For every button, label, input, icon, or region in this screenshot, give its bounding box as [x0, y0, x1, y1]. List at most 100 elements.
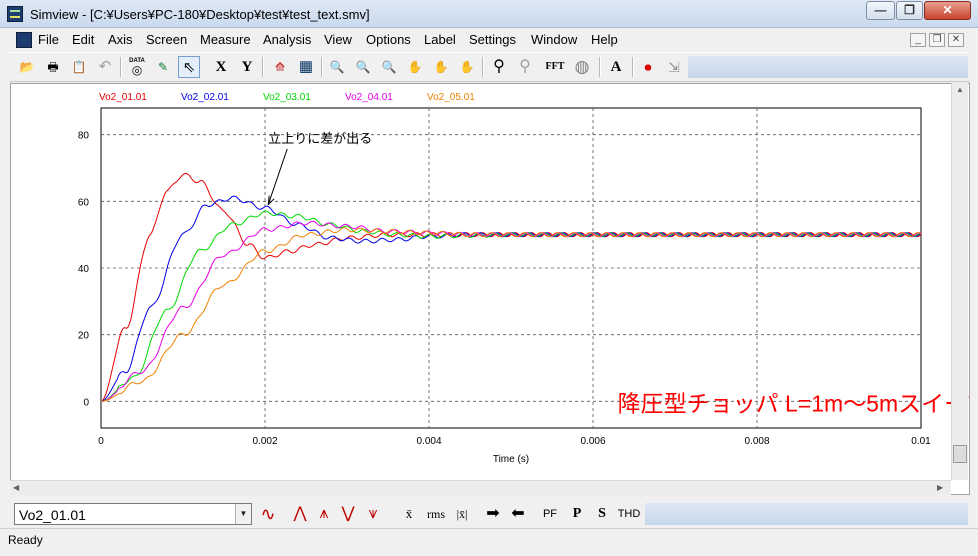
toolbar-separator: [599, 57, 601, 77]
menu-measure[interactable]: Measure: [200, 32, 251, 47]
valley-min-icon[interactable]: ⋁: [337, 504, 359, 524]
y-tick-label: 40: [78, 264, 90, 275]
series-line: [101, 220, 922, 402]
power-s-icon[interactable]: S: [591, 504, 613, 524]
menu-help[interactable]: Help: [591, 32, 618, 47]
menu-file[interactable]: File: [38, 32, 59, 47]
horizontal-scrollbar[interactable]: ◀ ▶: [10, 480, 951, 495]
toolbar-separator: [321, 57, 323, 77]
x-tick-label: 0.008: [744, 436, 769, 447]
grid-lines: [101, 108, 921, 428]
menu-options[interactable]: Options: [366, 32, 411, 47]
menu-label[interactable]: Label: [424, 32, 456, 47]
close-button[interactable]: ✕: [924, 1, 971, 20]
y-axis-icon[interactable]: Y: [236, 56, 258, 78]
arrow-left-icon[interactable]: ⬅: [507, 504, 529, 524]
y-tick-label: 0: [83, 397, 89, 408]
fft-icon[interactable]: FFT: [544, 56, 566, 78]
legend-entry: Vo2_05.01: [427, 92, 475, 103]
close-icon: ✕: [942, 3, 953, 17]
x-tick-label: 0.006: [580, 436, 605, 447]
data-disk-button[interactable]: DATA ◎: [126, 56, 148, 78]
plot-window[interactable]: Vo2_01.01 Vo2_02.01 Vo2_03.01 Vo2_04.01 Vo2_…: [10, 83, 978, 495]
restore-icon: ❐: [904, 3, 915, 17]
series-line: [100, 195, 922, 402]
zoom-out-icon[interactable]: 🔍: [378, 56, 400, 78]
thd-icon[interactable]: THD: [615, 504, 643, 524]
zoom-icon[interactable]: 🔍: [326, 56, 348, 78]
vertical-scroll-thumb[interactable]: [953, 445, 967, 463]
abs-mean-icon[interactable]: |x̄|: [451, 504, 473, 524]
menu-edit[interactable]: Edit: [72, 32, 94, 47]
x-tick-label: 0: [98, 436, 104, 447]
restore-button[interactable]: ❐: [896, 1, 923, 20]
legend-entry: Vo2_01.01: [99, 92, 147, 103]
scroll-right-icon[interactable]: ▶: [937, 483, 943, 492]
document-icon[interactable]: [16, 32, 32, 48]
peak-max-icon[interactable]: ⋀: [289, 504, 311, 524]
print-icon[interactable]: 🖶: [42, 56, 64, 78]
minimize-icon: —: [874, 3, 887, 17]
pan-hand-icon[interactable]: ✋: [404, 56, 426, 78]
wave-average-icon[interactable]: ∿: [257, 504, 279, 524]
open-folder-icon[interactable]: 📂: [16, 56, 38, 78]
mean-icon[interactable]: x̄: [398, 504, 420, 524]
screen-layout-icon[interactable]: ▦: [295, 56, 317, 78]
waveform-chart[interactable]: Vo2_01.01 Vo2_02.01 Vo2_03.01 Vo2_04.01 Vo2_…: [11, 84, 978, 480]
x-tick-label: 0.01: [911, 436, 931, 447]
mdi-close-button[interactable]: ✕: [948, 33, 964, 47]
text-label-icon[interactable]: A: [605, 56, 627, 78]
grid-sphere-icon[interactable]: ◍: [571, 56, 593, 78]
menu-analysis[interactable]: Analysis: [263, 32, 311, 47]
menu-settings[interactable]: Settings: [469, 32, 516, 47]
minimize-button[interactable]: —: [866, 1, 895, 20]
legend-entry: Vo2_04.01: [345, 92, 393, 103]
edit-curve-icon[interactable]: ✎: [152, 56, 174, 78]
measure-probe-icon[interactable]: ⚲: [488, 56, 510, 78]
valley-min-wave-icon[interactable]: ⩛: [362, 504, 384, 524]
clipboard-icon[interactable]: 📋: [68, 56, 90, 78]
menu-view[interactable]: View: [324, 32, 352, 47]
peak-max-wave-icon[interactable]: ⩚: [313, 504, 335, 524]
annotation-text: 立上りに差が出る: [268, 131, 372, 146]
power-p-icon[interactable]: P: [566, 504, 588, 524]
menu-axis[interactable]: Axis: [108, 32, 133, 47]
axis-settings-icon[interactable]: ⟰: [269, 56, 291, 78]
x-tick-label: 0.004: [416, 436, 441, 447]
mdi-minimize-button[interactable]: _: [910, 33, 926, 47]
y-tick-label: 20: [78, 331, 90, 342]
measure-toolbar-filler: [645, 503, 968, 525]
x-tick-label: 0.002: [252, 436, 277, 447]
annotation-arrow: [267, 148, 288, 205]
y-tick-label: 60: [78, 197, 90, 208]
chevron-down-icon[interactable]: ▼: [235, 504, 251, 524]
export-icon[interactable]: ⇲: [663, 56, 685, 78]
legend-entry: Vo2_03.01: [263, 92, 311, 103]
record-icon[interactable]: ⏺: [637, 56, 659, 78]
menu-screen[interactable]: Screen: [146, 32, 187, 47]
scroll-up-icon[interactable]: ▲: [956, 85, 964, 94]
measure-probe-disabled-icon[interactable]: ⚲: [514, 56, 536, 78]
curve-select-combo[interactable]: Vo2_01.01 ▼: [14, 503, 252, 525]
toolbar-filler: [688, 56, 968, 78]
vertical-scrollbar[interactable]: ▲: [951, 83, 968, 480]
arrow-right-icon[interactable]: ➡: [482, 504, 504, 524]
series-line: [100, 172, 922, 402]
series-line: [101, 227, 922, 402]
status-text: Ready: [8, 533, 43, 547]
menu-window[interactable]: Window: [531, 32, 577, 47]
toolbar-separator: [632, 57, 634, 77]
pan-hand-y-icon[interactable]: ✋: [456, 56, 478, 78]
pan-hand-x-icon[interactable]: ✋: [430, 56, 452, 78]
scroll-left-icon[interactable]: ◀: [13, 483, 19, 492]
mdi-restore-button[interactable]: ❐: [929, 33, 945, 47]
select-arrow-icon[interactable]: ⇖: [178, 56, 200, 78]
x-axis-icon[interactable]: X: [210, 56, 232, 78]
power-factor-icon[interactable]: PF: [539, 504, 561, 524]
zoom-in-icon[interactable]: 🔍: [352, 56, 374, 78]
simview-app-icon: [7, 6, 23, 22]
undo-icon[interactable]: ↶: [94, 56, 116, 78]
series-line: [101, 210, 922, 402]
toolbar-separator: [262, 57, 264, 77]
rms-icon[interactable]: rms: [422, 504, 450, 524]
